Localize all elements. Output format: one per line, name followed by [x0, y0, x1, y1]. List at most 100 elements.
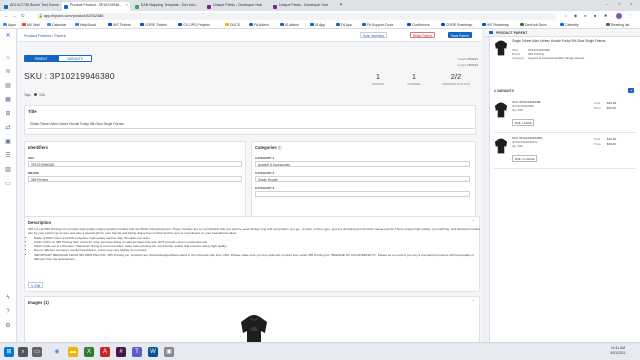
stat-channel: 1 CHANNEL: [407, 72, 421, 86]
excel-icon[interactable]: X: [84, 347, 94, 357]
bookmark-item[interactable]: FA Support Docs: [362, 22, 393, 27]
close-tab-icon[interactable]: ×: [126, 3, 128, 7]
browser-tab[interactable]: Unique Fields - Developer Hub: [205, 2, 269, 11]
variant-row[interactable]: SKU 3P1021994638XL 3P10219946380XL qty: …: [494, 135, 636, 169]
description-heading: Description: [28, 220, 52, 225]
stack-icon[interactable]: ▤: [4, 82, 12, 90]
bookmark-item[interactable]: Confluence: [407, 22, 430, 27]
chevron-down-icon: ⌄: [464, 163, 467, 167]
home-icon[interactable]: ⌂: [4, 54, 12, 62]
bookmark-item[interactable]: MX Mail: [22, 22, 40, 27]
bookmark-item[interactable]: INT Roadmap: [482, 22, 509, 27]
collapse-icon[interactable]: ⌃: [472, 219, 475, 224]
edit-description-button[interactable]: ✎ Edit: [28, 282, 44, 288]
app-logo-icon[interactable]: ✕: [4, 32, 12, 40]
tab-favicon-icon: [64, 4, 68, 9]
chart-icon[interactable]: ▥: [4, 166, 12, 174]
bookmark-item[interactable]: INT Tickets: [108, 22, 130, 27]
right-summary-panel: Single Tobeer Alien Unisex Hoodie Funky …: [489, 37, 640, 342]
add-variant-button[interactable]: +: [628, 88, 634, 93]
product-image-thumbnail[interactable]: [239, 313, 269, 342]
url-input[interactable]: 🔒 app.flxpoint.com/product/52032488: [36, 12, 556, 20]
help-icon[interactable]: ?: [4, 308, 12, 316]
word-icon[interactable]: W: [148, 347, 158, 357]
breadcrumb-parent-link[interactable]: Product Parents: [24, 34, 51, 38]
info-icon[interactable]: ⓘ: [278, 146, 282, 150]
description-bullets: Made of 80% cotton and 20% polyester, hi…: [28, 236, 481, 261]
search-icon[interactable]: ⌕: [18, 347, 28, 357]
bookmark-item[interactable]: DOCS: [225, 22, 240, 27]
profile-avatar[interactable]: [616, 13, 622, 19]
browser-tab[interactable]: ADI #17736 Bunch Test Scene: [2, 2, 60, 11]
star-icon[interactable]: ☆: [564, 13, 568, 18]
bookmark-item[interactable]: Reading list: [606, 22, 629, 27]
app-icon[interactable]: ▣: [164, 347, 174, 357]
tags-value[interactable]: N/A: [40, 93, 45, 97]
bookmark-item[interactable]: Calendar: [47, 22, 66, 27]
category-2-select[interactable]: Single Hoodie ⌄: [255, 176, 470, 182]
bookmark-item[interactable]: Calendly: [560, 22, 579, 27]
settings-icon[interactable]: ⚙: [4, 322, 12, 330]
start-icon[interactable]: ⊞: [4, 347, 14, 357]
browser-tab[interactable]: EAN Mapping Template - Dev Info...: [133, 2, 203, 11]
bookmark-item[interactable]: CS-OPS Projects: [178, 22, 210, 27]
list-icon[interactable]: ☰: [4, 152, 12, 160]
teams-icon[interactable]: T: [132, 347, 142, 357]
variant-thumbnail: [494, 138, 508, 154]
extension-icon[interactable]: ●: [584, 13, 586, 18]
forward-icon[interactable]: →: [12, 13, 17, 18]
bookmark-item[interactable]: FA Admin: [249, 22, 269, 27]
category-1-select[interactable]: Apparel & Accessories ⌄: [255, 161, 470, 167]
cart-icon[interactable]: ⊞: [4, 110, 12, 118]
tab-title: Unique Fields - Developer Hub: [279, 3, 329, 7]
sku-input[interactable]: 3P10219946380: [28, 161, 242, 167]
brand-input[interactable]: 365 Printing: [28, 176, 242, 182]
close-window-icon[interactable]: ×: [630, 1, 632, 6]
browser-tab[interactable]: Unique Fields - Developer Hub: [271, 2, 335, 11]
bookmark-item[interactable]: CORE Tickets: [140, 22, 167, 27]
title-card: Title Gildan Tobeer Alien Unisex Hoodie …: [24, 105, 476, 135]
new-tab-button[interactable]: +: [337, 2, 345, 11]
bookmark-item[interactable]: DevHub Docs: [520, 22, 547, 27]
slack-icon[interactable]: #: [116, 347, 126, 357]
menu-dots-icon[interactable]: ⋮: [628, 13, 632, 18]
layers-icon[interactable]: ≋: [4, 68, 12, 76]
bookmark-item[interactable]: CORE Roadmap: [441, 22, 472, 27]
bookmark-item[interactable]: IS Admin: [280, 22, 299, 27]
lightning-icon[interactable]: ϟ: [4, 294, 12, 302]
grid-icon[interactable]: ▦: [4, 96, 12, 104]
category-3-select[interactable]: ⌄: [255, 191, 470, 197]
maximize-icon[interactable]: □: [618, 1, 620, 6]
clock[interactable]: 11:41 AM 8/31/2021: [600, 346, 636, 356]
reset-parent-button[interactable]: Reset Parent: [410, 32, 435, 38]
box-icon[interactable]: ▣: [4, 138, 12, 146]
bookmark-item[interactable]: FA App: [336, 22, 352, 27]
panel-toggle-icon[interactable]: [489, 30, 493, 34]
puzzle-icon[interactable]: ✱: [604, 13, 607, 18]
back-icon[interactable]: ←: [4, 13, 9, 18]
description-card: Description ⌃ 365 in Love/365 Printing I…: [24, 216, 480, 292]
extension-icon[interactable]: ■: [594, 13, 596, 18]
document-icon[interactable]: ▭: [4, 180, 12, 188]
minimize-icon[interactable]: –: [606, 1, 608, 6]
save-parent-button[interactable]: Save Parent: [448, 32, 472, 38]
transfer-icon[interactable]: ⇄: [4, 124, 12, 132]
chrome-icon[interactable]: ◉: [52, 347, 62, 357]
reload-icon[interactable]: ↻: [21, 13, 25, 19]
extension-icon[interactable]: ◆: [574, 13, 577, 18]
bookmark-item[interactable]: Apps: [3, 22, 16, 27]
title-input[interactable]: Gildan Tobeer Alien Unisex Hoodie Funky …: [28, 120, 474, 129]
summary-details: SKU 3P10219946380 Brand 365 Printing Categ…: [512, 48, 585, 60]
variant-row[interactable]: SKU 3P1021994638L 3P10219946380 qty: 999…: [494, 99, 636, 133]
folder-icon[interactable]: ▬: [68, 347, 78, 357]
browser-tab-active[interactable]: Product Product : 3P10219946... ×: [62, 2, 130, 11]
jira-icon: [482, 22, 486, 26]
collapse-icon[interactable]: ⌃: [472, 299, 475, 304]
task-view-icon[interactable]: ▭: [32, 347, 42, 357]
acrobat-icon[interactable]: A: [100, 347, 110, 357]
tab-parent[interactable]: PARENT: [24, 55, 58, 62]
tab-variants[interactable]: VARIANTS: [58, 55, 92, 62]
bookmark-item[interactable]: HelpScout: [75, 22, 96, 27]
bookmark-item[interactable]: IS App: [310, 22, 325, 27]
sync-inventory-button[interactable]: Sync Inventory: [360, 32, 388, 38]
